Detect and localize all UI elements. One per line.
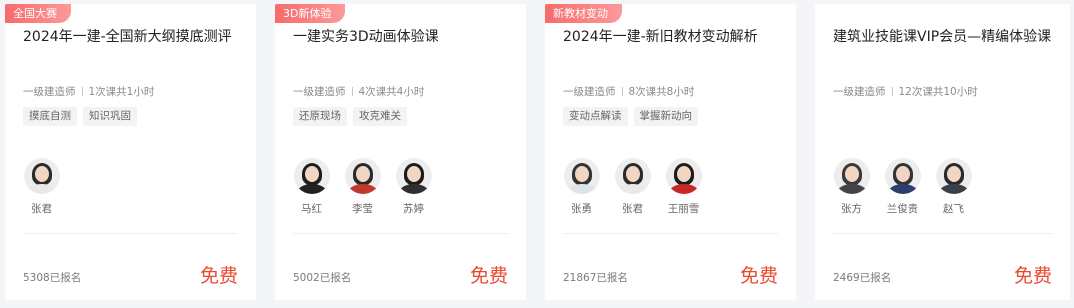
teacher[interactable]: 张方 (833, 158, 870, 216)
teacher-name: 赵飞 (943, 203, 964, 215)
teacher-name: 张君 (622, 203, 643, 215)
course-lessons: 1次课共1小时 (88, 86, 155, 98)
enrolled-count: 5002已报名 (293, 272, 352, 284)
teacher[interactable]: 张君 (23, 158, 60, 216)
teacher-avatar (833, 158, 870, 194)
course-meta: 一级建造师 4次课共4小时 (293, 84, 424, 99)
teacher-list: 马红 李莹 苏婷 (293, 158, 432, 216)
teacher-avatar (614, 158, 651, 194)
card-divider (23, 233, 238, 234)
meta-divider (81, 87, 83, 96)
teacher-avatar (665, 158, 702, 194)
teacher[interactable]: 苏婷 (395, 158, 432, 216)
teacher-name: 张君 (31, 203, 52, 215)
course-card-row: 全国大赛 2024年一建-全国新大纲摸底测评 一级建造师 1次课共1小时 摸底自测… (0, 0, 1074, 308)
course-tags: 变动点解读 掌握新动向 (563, 107, 698, 126)
course-price: 免费 (469, 265, 508, 287)
course-price: 免费 (739, 265, 778, 287)
course-badge: 新教材变动 (545, 4, 622, 23)
teacher[interactable]: 张君 (614, 158, 651, 216)
teacher-avatar (293, 158, 330, 194)
course-tag: 攻克难关 (353, 107, 407, 126)
card-divider (833, 233, 1052, 234)
course-card[interactable]: 全国大赛 2024年一建-全国新大纲摸底测评 一级建造师 1次课共1小时 摸底自测… (5, 4, 256, 300)
course-tag: 掌握新动向 (633, 107, 698, 126)
course-tags: 摸底自测 知识巩固 (23, 107, 137, 126)
course-badge: 全国大赛 (5, 4, 71, 23)
course-title[interactable]: 2024年一建-新旧教材变动解析 (563, 26, 782, 74)
course-tag: 摸底自测 (23, 107, 77, 126)
teacher-avatar (884, 158, 921, 194)
teacher-avatar (344, 158, 381, 194)
teacher-name: 张勇 (571, 203, 592, 215)
enrolled-count: 5308已报名 (23, 272, 82, 284)
teacher-name: 兰俊贵 (886, 203, 919, 215)
meta-divider (891, 87, 893, 96)
course-tag: 还原现场 (293, 107, 347, 126)
course-meta: 一级建造师 12次课共10小时 (833, 84, 978, 99)
teacher-avatar (23, 158, 60, 194)
teacher-list: 张方 兰俊贵 赵飞 (833, 158, 972, 216)
teacher-name: 张方 (841, 203, 862, 215)
course-badge: 3D新体验 (275, 4, 346, 23)
teacher-avatar (563, 158, 600, 194)
course-lessons: 8次课共8小时 (628, 86, 695, 98)
teacher[interactable]: 李莹 (344, 158, 381, 216)
teacher-name: 马红 (301, 203, 322, 215)
teacher-list: 张勇 张君 王丽雪 (563, 158, 702, 216)
teacher[interactable]: 张勇 (563, 158, 600, 216)
meta-divider (621, 87, 623, 96)
teacher-list: 张君 (23, 158, 60, 216)
enrolled-count: 21867已报名 (563, 272, 628, 284)
course-card[interactable]: 建筑业技能课VIP会员—精编体验课 一级建造师 12次课共10小时 张方 兰俊贵 (815, 4, 1070, 300)
meta-divider (351, 87, 353, 96)
course-title[interactable]: 2024年一建-全国新大纲摸底测评 (23, 26, 242, 74)
card-divider (293, 233, 508, 234)
teacher[interactable]: 兰俊贵 (884, 158, 921, 216)
course-meta: 一级建造师 8次课共8小时 (563, 84, 694, 99)
course-title[interactable]: 一建实务3D动画体验课 (293, 26, 512, 74)
course-category: 一级建造师 (293, 86, 346, 98)
teacher-avatar (935, 158, 972, 194)
course-category: 一级建造师 (23, 86, 76, 98)
course-tags: 还原现场 攻克难关 (293, 107, 407, 126)
teacher-name: 苏婷 (403, 203, 424, 215)
teacher-name: 王丽雪 (667, 203, 700, 215)
teacher[interactable]: 王丽雪 (665, 158, 702, 216)
course-title[interactable]: 建筑业技能课VIP会员—精编体验课 (833, 26, 1056, 74)
course-price: 免费 (1013, 265, 1052, 287)
course-tag: 知识巩固 (83, 107, 137, 126)
enrolled-count: 2469已报名 (833, 272, 892, 284)
course-category: 一级建造师 (833, 86, 886, 98)
course-tag: 变动点解读 (563, 107, 628, 126)
course-category: 一级建造师 (563, 86, 616, 98)
card-divider (563, 233, 778, 234)
course-card[interactable]: 新教材变动 2024年一建-新旧教材变动解析 一级建造师 8次课共8小时 变动点解… (545, 4, 796, 300)
course-lessons: 12次课共10小时 (898, 86, 978, 98)
course-meta: 一级建造师 1次课共1小时 (23, 84, 154, 99)
teacher-name: 李莹 (352, 203, 373, 215)
course-lessons: 4次课共4小时 (358, 86, 425, 98)
course-card[interactable]: 3D新体验 一建实务3D动画体验课 一级建造师 4次课共4小时 还原现场 攻克难关… (275, 4, 526, 300)
teacher[interactable]: 赵飞 (935, 158, 972, 216)
teacher-avatar (395, 158, 432, 194)
course-price: 免费 (199, 265, 238, 287)
teacher[interactable]: 马红 (293, 158, 330, 216)
